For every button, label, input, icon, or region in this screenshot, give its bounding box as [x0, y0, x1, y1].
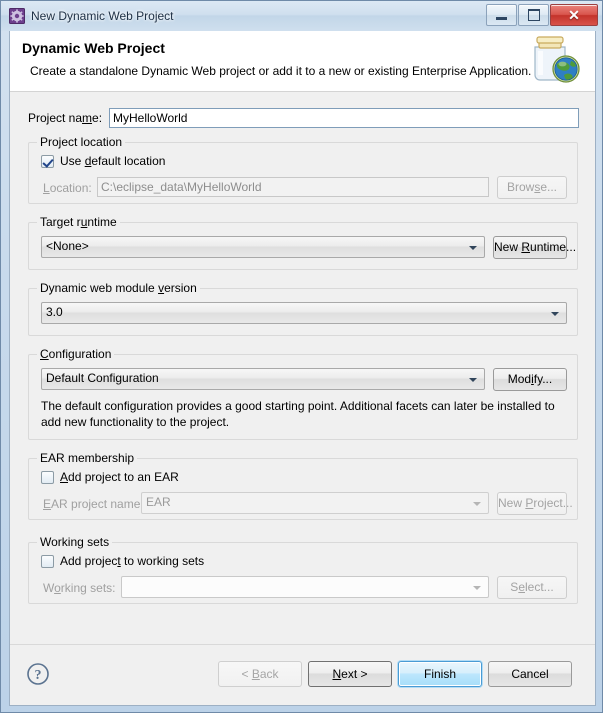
- maximize-button[interactable]: [518, 4, 549, 26]
- project-location-group: Project location Use default location Lo…: [28, 135, 578, 204]
- title-bar[interactable]: New Dynamic Web Project ✕: [1, 1, 602, 31]
- back-button: < Back: [218, 661, 302, 687]
- caption-buttons: ✕: [486, 4, 598, 26]
- configuration-group: Configuration Default Configuration Modi…: [28, 347, 578, 440]
- wizard-banner: Dynamic Web Project Create a standalone …: [10, 31, 595, 92]
- cancel-button[interactable]: Cancel: [488, 661, 572, 687]
- location-label: Location:: [43, 181, 92, 195]
- page-title: Dynamic Web Project: [22, 40, 165, 56]
- configuration-value: Default Configuration: [46, 371, 159, 385]
- target-runtime-group: Target runtime <None> New Runtime...: [28, 215, 578, 270]
- window-title: New Dynamic Web Project: [31, 9, 174, 23]
- project-name-input[interactable]: [109, 108, 579, 128]
- select-button: Select...: [497, 576, 567, 599]
- dialog-button-bar: ? < Back Next > Finish Cancel: [10, 644, 595, 705]
- jar-with-globe-icon: [519, 31, 589, 91]
- chevron-down-icon: [469, 378, 477, 382]
- ear-project-name-value: EAR: [146, 495, 171, 509]
- module-version-value: 3.0: [46, 305, 63, 319]
- use-default-location-checkbox[interactable]: [41, 154, 54, 168]
- add-project-to-ear-label: Add project to an EAR: [60, 470, 179, 484]
- project-location-group-label: Project location: [37, 135, 126, 149]
- working-sets-label: Working sets:: [43, 581, 116, 595]
- use-default-location-row[interactable]: Use default location: [41, 154, 165, 168]
- target-runtime-group-label: Target runtime: [37, 215, 120, 229]
- minimize-button[interactable]: [486, 4, 517, 26]
- ear-membership-group-label: EAR membership: [37, 451, 138, 465]
- chevron-down-icon: [551, 312, 559, 316]
- page-description: Create a standalone Dynamic Web project …: [30, 64, 532, 78]
- working-sets-combo: [121, 576, 489, 598]
- add-project-to-ear-checkbox[interactable]: [41, 470, 54, 484]
- chevron-down-icon: [473, 586, 481, 590]
- project-name-row: Project name:: [10, 108, 595, 128]
- use-default-location-label: Use default location: [60, 154, 166, 168]
- browse-button: Browse...: [497, 176, 567, 199]
- new-project-button: New Project...: [497, 492, 573, 515]
- close-button[interactable]: ✕: [550, 4, 598, 26]
- ear-project-name-combo: EAR: [141, 492, 489, 514]
- target-runtime-value: <None>: [46, 239, 89, 253]
- ear-project-name-label: EAR project name:: [43, 497, 144, 511]
- modify-button[interactable]: Modify...: [493, 368, 567, 391]
- next-button[interactable]: Next >: [308, 661, 392, 687]
- add-project-to-working-sets-label: Add project to working sets: [60, 554, 205, 568]
- minimize-icon: [496, 17, 507, 20]
- project-name-label: Project name:: [28, 111, 103, 125]
- add-project-to-working-sets-checkbox[interactable]: [41, 554, 54, 568]
- configuration-description-line2: new functionality to the project.: [64, 415, 230, 429]
- maximize-icon: [527, 9, 540, 21]
- target-runtime-combo[interactable]: <None>: [41, 236, 485, 258]
- close-icon: ✕: [568, 7, 580, 23]
- configuration-combo[interactable]: Default Configuration: [41, 368, 485, 390]
- form-body: Project name: Project location Use defau…: [10, 92, 595, 645]
- svg-text:?: ?: [35, 668, 42, 683]
- configuration-description: The default configuration provides a goo…: [41, 398, 565, 430]
- finish-button[interactable]: Finish: [398, 661, 482, 687]
- dialog-window: New Dynamic Web Project ✕ Dynamic Web Pr…: [0, 0, 603, 713]
- location-field: C:\eclipse_data\MyHelloWorld: [97, 177, 489, 197]
- new-runtime-button[interactable]: New Runtime...: [493, 236, 576, 259]
- question-mark-icon[interactable]: ?: [26, 662, 50, 686]
- module-version-group: Dynamic web module version 3.0: [28, 281, 578, 336]
- chevron-down-icon: [473, 502, 481, 506]
- configuration-group-label: Configuration: [37, 347, 115, 361]
- add-project-to-ear-row[interactable]: Add project to an EAR: [41, 470, 179, 484]
- chevron-down-icon: [469, 246, 477, 250]
- add-project-to-working-sets-row[interactable]: Add project to working sets: [41, 554, 204, 568]
- module-version-combo[interactable]: 3.0: [41, 302, 567, 324]
- working-sets-group: Working sets Add project to working sets…: [28, 535, 578, 604]
- working-sets-group-label: Working sets: [37, 535, 113, 549]
- eclipse-project-gear-icon: [9, 8, 25, 24]
- module-version-group-label: Dynamic web module version: [37, 281, 200, 295]
- dialog-client-area: Dynamic Web Project Create a standalone …: [9, 31, 596, 706]
- ear-membership-group: EAR membership Add project to an EAR EAR…: [28, 451, 578, 520]
